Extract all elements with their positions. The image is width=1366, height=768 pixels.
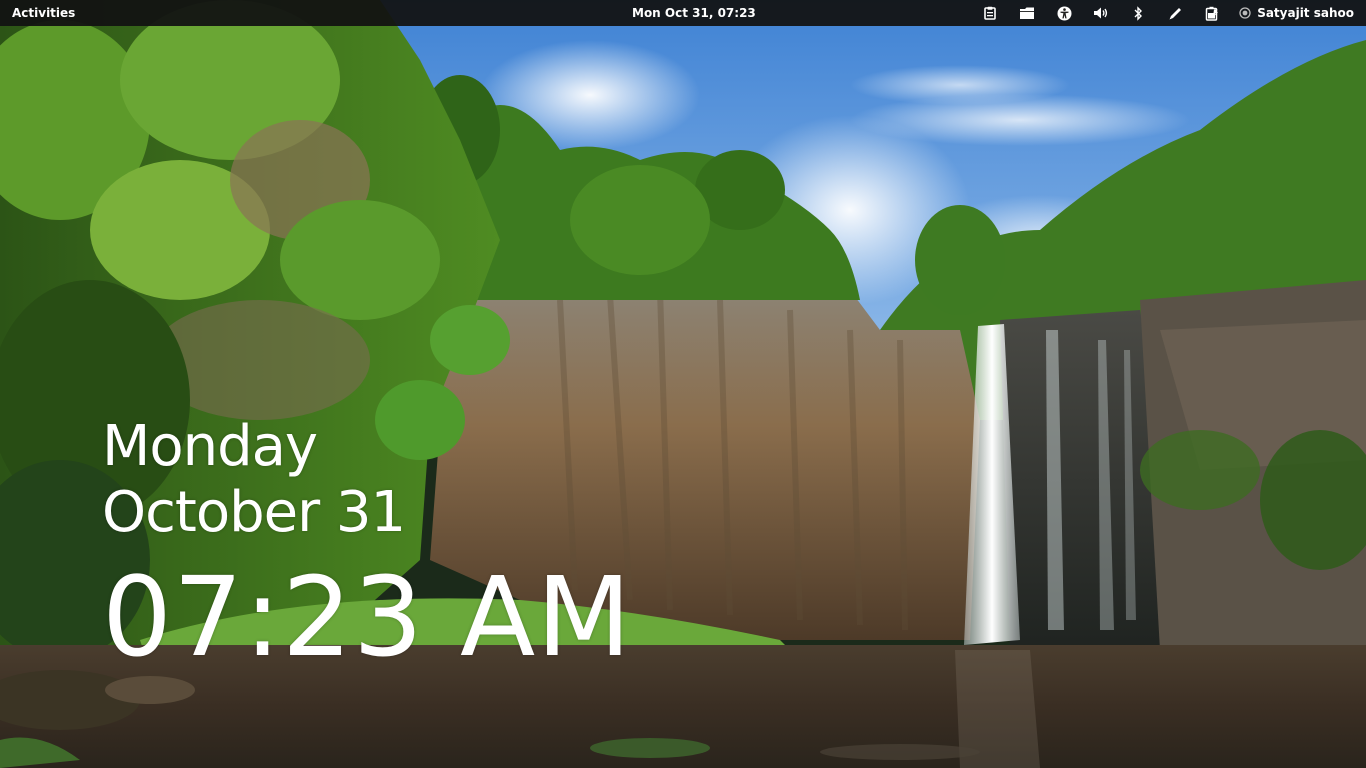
pen-icon[interactable]	[1166, 4, 1184, 22]
desktop: Activities Mon Oct 31, 07:23 Satyajit sa…	[0, 0, 1366, 768]
clock-menu[interactable]: Mon Oct 31, 07:23	[632, 5, 756, 21]
clipboard-icon[interactable]	[981, 4, 999, 22]
lock-screen-date: October 31	[102, 480, 406, 545]
files-icon[interactable]	[1018, 4, 1036, 22]
bluetooth-icon[interactable]	[1129, 4, 1147, 22]
activities-button[interactable]: Activities	[12, 5, 75, 21]
battery-icon[interactable]	[1203, 4, 1221, 22]
user-menu[interactable]: Satyajit sahoo	[1238, 4, 1354, 22]
volume-icon[interactable]	[1092, 4, 1110, 22]
status-area: Satyajit sahoo	[962, 0, 1354, 26]
user-name-label: Satyajit sahoo	[1257, 6, 1354, 20]
accessibility-icon[interactable]	[1055, 4, 1073, 22]
user-available-icon	[1238, 4, 1252, 22]
lock-screen-day: Monday	[102, 414, 318, 479]
top-bar: Activities Mon Oct 31, 07:23 Satyajit sa…	[0, 0, 1366, 26]
lock-screen-time: 07:23 AM	[102, 553, 633, 681]
